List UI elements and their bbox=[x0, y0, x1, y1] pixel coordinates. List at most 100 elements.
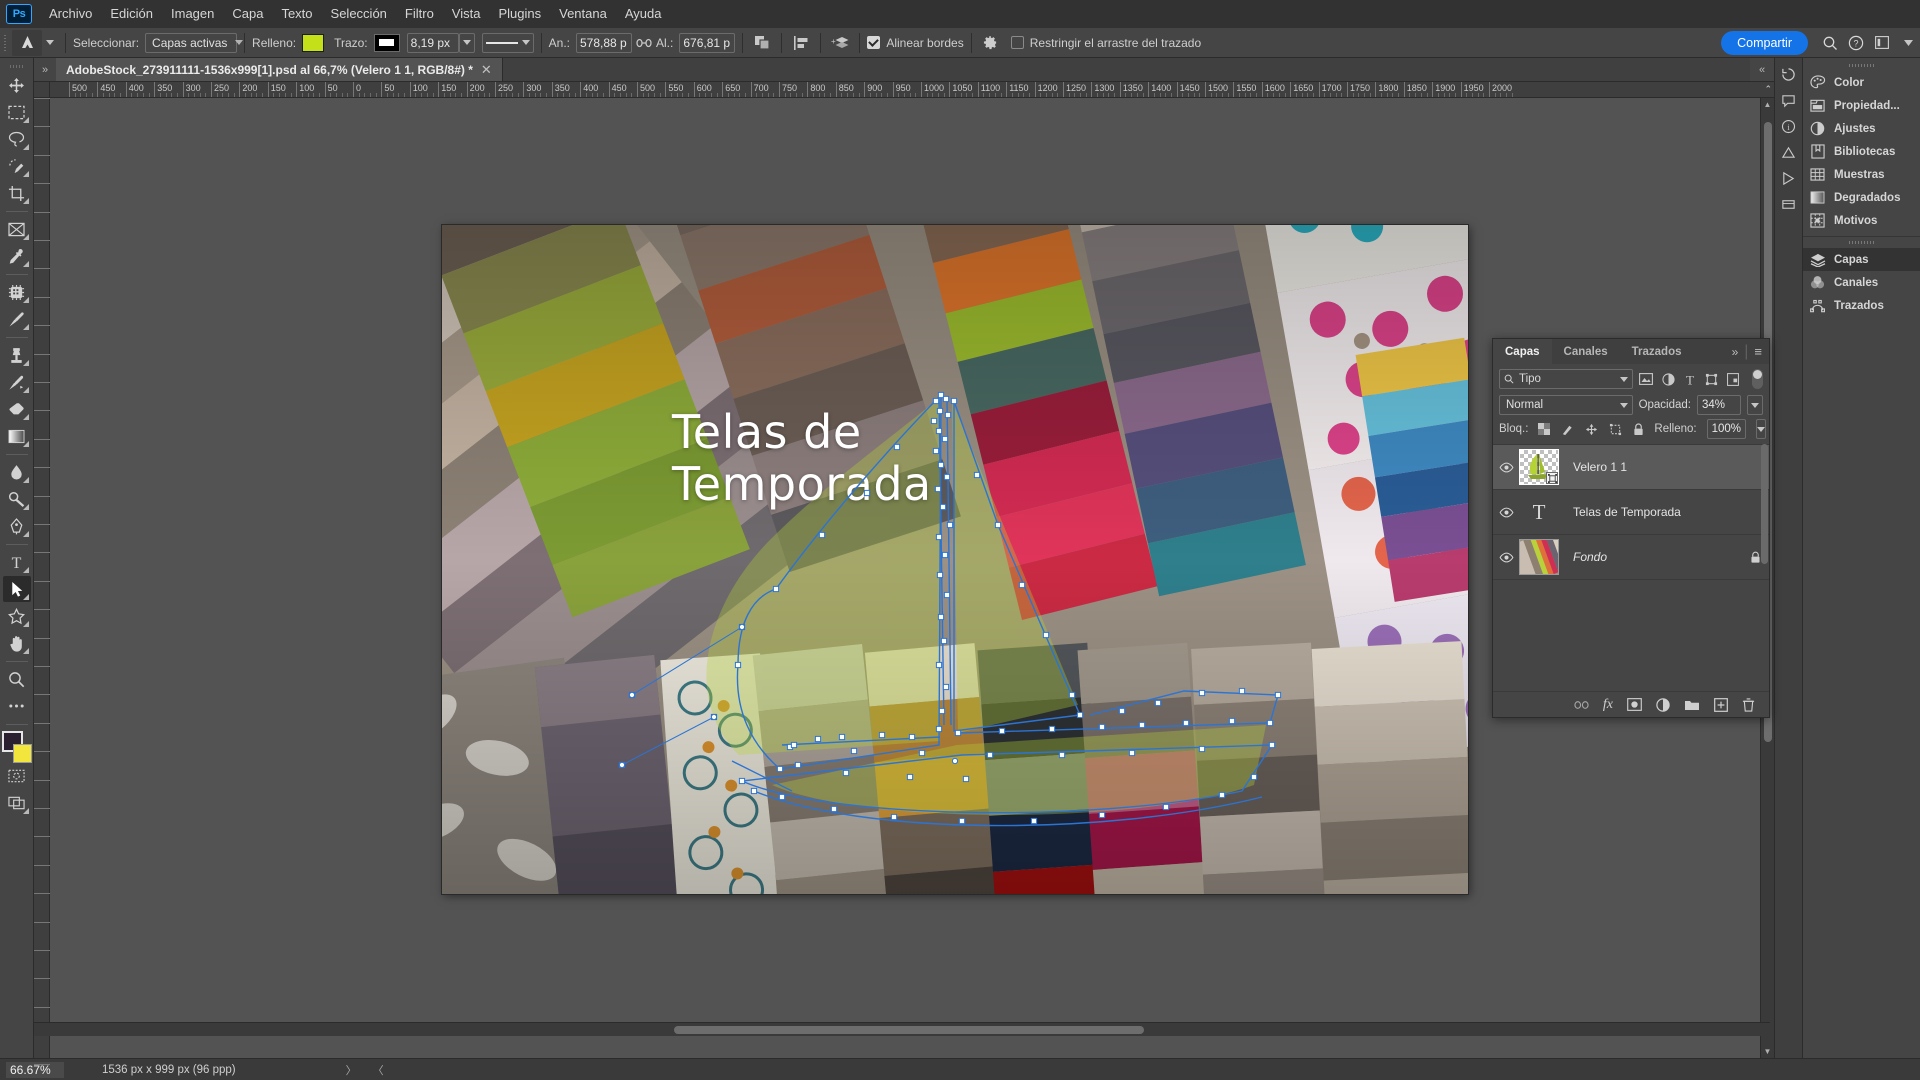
align-edges-checkbox[interactable]: Alinear bordes bbox=[867, 36, 964, 50]
layer-thumbnail[interactable] bbox=[1519, 449, 1559, 485]
layers-panel-tab-capas[interactable]: Capas bbox=[1493, 339, 1552, 364]
blur-tool[interactable] bbox=[3, 459, 31, 485]
lasso-tool[interactable] bbox=[3, 126, 31, 152]
fill-slider-toggle[interactable] bbox=[1756, 419, 1767, 439]
vertical-ruler[interactable] bbox=[34, 98, 50, 1065]
lock-position-icon[interactable] bbox=[1585, 423, 1598, 436]
lock-artboard-nesting-icon[interactable] bbox=[1609, 423, 1622, 436]
actions-icon[interactable] bbox=[1777, 166, 1801, 190]
spot-healing-brush-tool[interactable] bbox=[3, 279, 31, 305]
tool-preset-caret-icon[interactable] bbox=[42, 40, 58, 45]
dock-item-canales[interactable]: Canales bbox=[1803, 271, 1920, 294]
shapes-icon[interactable] bbox=[1777, 140, 1801, 164]
history-icon[interactable] bbox=[1777, 62, 1801, 86]
workspace-chevron-down-icon[interactable] bbox=[1896, 31, 1920, 55]
add-layer-mask-icon[interactable] bbox=[1627, 698, 1642, 711]
gradient-tool[interactable] bbox=[3, 423, 31, 449]
move-tool[interactable] bbox=[3, 72, 31, 98]
status-next-icon[interactable]: 〉 bbox=[346, 1062, 357, 1078]
pixel-layers-icon[interactable] bbox=[1639, 373, 1653, 385]
layers-panel-tab-trazados[interactable]: Trazados bbox=[1620, 339, 1694, 364]
link-chain-icon[interactable] bbox=[632, 31, 656, 55]
edit-toolbar-tool[interactable] bbox=[3, 693, 31, 719]
help-icon[interactable]: ? bbox=[1844, 31, 1868, 55]
layers-panel-tab-canales[interactable]: Canales bbox=[1552, 339, 1620, 364]
menu-item-ayuda[interactable]: Ayuda bbox=[616, 2, 671, 26]
blend-mode-dropdown[interactable]: Normal bbox=[1499, 395, 1633, 415]
new-group-icon[interactable] bbox=[1684, 698, 1700, 711]
horizontal-scroll-thumb[interactable] bbox=[674, 1026, 1144, 1034]
stroke-color-swatch[interactable] bbox=[373, 33, 400, 52]
layer-row[interactable]: T Telas de Temporada bbox=[1493, 490, 1769, 535]
pen-tool[interactable] bbox=[3, 513, 31, 539]
stroke-width-dropdown[interactable] bbox=[458, 32, 475, 53]
eraser-tool[interactable] bbox=[3, 396, 31, 422]
fill-color-swatch[interactable] bbox=[302, 33, 325, 52]
ruler-caret-icon[interactable]: ⌃ bbox=[1764, 84, 1772, 95]
menu-item-imagen[interactable]: Imagen bbox=[162, 2, 223, 26]
panel-dock-grip[interactable] bbox=[1803, 237, 1920, 248]
dock-item-muestras[interactable]: Muestras bbox=[1803, 163, 1920, 186]
custom-shape-tool[interactable] bbox=[3, 603, 31, 629]
panel-dock-grip[interactable] bbox=[1803, 60, 1920, 71]
menu-item-filtro[interactable]: Filtro bbox=[396, 2, 443, 26]
menu-item-vista[interactable]: Vista bbox=[443, 2, 490, 26]
select-scope-dropdown[interactable]: Capas activas bbox=[145, 32, 244, 53]
layer-row[interactable]: Fondo bbox=[1493, 535, 1769, 580]
dock-item-color[interactable]: Color bbox=[1803, 71, 1920, 94]
new-adjustment-layer-icon[interactable] bbox=[1656, 697, 1670, 712]
dock-item-propiedad[interactable]: Propiedad... bbox=[1803, 94, 1920, 117]
crop-tool[interactable] bbox=[3, 180, 31, 206]
layer-lock-icon[interactable] bbox=[1750, 551, 1761, 564]
width-input[interactable]: 578,88 p bbox=[576, 32, 632, 53]
frame-tool[interactable] bbox=[3, 216, 31, 242]
active-tool-icon[interactable] bbox=[12, 29, 42, 56]
menu-item-archivo[interactable]: Archivo bbox=[40, 2, 101, 26]
stroke-width-input[interactable]: 8,19 px bbox=[406, 32, 459, 53]
ruler-corner[interactable] bbox=[34, 82, 50, 98]
type-tool[interactable]: T bbox=[3, 549, 31, 575]
filter-toggle-switch[interactable] bbox=[1752, 369, 1763, 389]
path-alignment-icon[interactable] bbox=[789, 31, 813, 55]
gear-icon[interactable] bbox=[979, 31, 1003, 55]
height-input[interactable]: 676,81 p bbox=[679, 32, 736, 53]
dock-item-capas[interactable]: Capas bbox=[1803, 248, 1920, 271]
screen-mode-icon[interactable] bbox=[3, 790, 31, 816]
canvas-horizontal-scrollbar[interactable] bbox=[34, 1022, 1770, 1036]
layer-row[interactable]: Velero 1 1 bbox=[1493, 445, 1769, 490]
layer-name[interactable]: Velero 1 1 bbox=[1573, 460, 1761, 474]
scroll-up-icon[interactable]: ▲ bbox=[1764, 98, 1772, 111]
dock-item-degradados[interactable]: Degradados bbox=[1803, 186, 1920, 209]
new-layer-icon[interactable] bbox=[1714, 697, 1728, 712]
path-arrangement-icon[interactable]: + bbox=[828, 31, 852, 55]
hand-tool[interactable] bbox=[3, 630, 31, 656]
history-brush-tool[interactable] bbox=[3, 369, 31, 395]
eyedropper-tool[interactable] bbox=[3, 243, 31, 269]
quick-selection-tool[interactable] bbox=[3, 153, 31, 179]
layer-style-fx-icon[interactable]: fx bbox=[1603, 697, 1613, 713]
menu-item-ventana[interactable]: Ventana bbox=[550, 2, 616, 26]
layers-scroll-thumb[interactable] bbox=[1761, 444, 1768, 564]
tools-panel-grip[interactable] bbox=[7, 60, 27, 72]
options-bar-grip[interactable] bbox=[0, 28, 10, 58]
lock-transparent-pixels-icon[interactable] bbox=[1538, 423, 1551, 435]
type-layers-icon[interactable]: T bbox=[1684, 373, 1696, 386]
fill-opacity-input[interactable]: 100% bbox=[1706, 419, 1747, 439]
clone-stamp-tool[interactable] bbox=[3, 342, 31, 368]
layer-name[interactable]: Telas de Temporada bbox=[1573, 505, 1761, 519]
color-swatches[interactable] bbox=[1, 731, 32, 763]
dock-item-trazados[interactable]: Trazados bbox=[1803, 294, 1920, 317]
menu-item-edicin[interactable]: Edición bbox=[101, 2, 162, 26]
arrange-documents-button[interactable]: « bbox=[1750, 58, 1774, 81]
opacity-input[interactable]: 34% bbox=[1697, 395, 1741, 415]
link-layers-icon[interactable] bbox=[1574, 700, 1589, 710]
opacity-slider-toggle[interactable] bbox=[1747, 395, 1763, 415]
adjustment-layers-icon[interactable] bbox=[1662, 372, 1675, 386]
share-button[interactable]: Compartir bbox=[1721, 30, 1808, 55]
panel-menu-icon[interactable]: ≡ bbox=[1754, 344, 1762, 359]
lock-image-pixels-icon[interactable] bbox=[1561, 423, 1574, 436]
layer-filter-dropdown[interactable]: Tipo bbox=[1499, 369, 1633, 389]
horizontal-ruler[interactable]: ⌃ 500 450 400 350 300 250 200 150 100 50 0 50 100 150… bbox=[50, 82, 1774, 98]
info-icon[interactable]: i bbox=[1777, 114, 1801, 138]
layer-thumbnail[interactable] bbox=[1519, 539, 1559, 575]
